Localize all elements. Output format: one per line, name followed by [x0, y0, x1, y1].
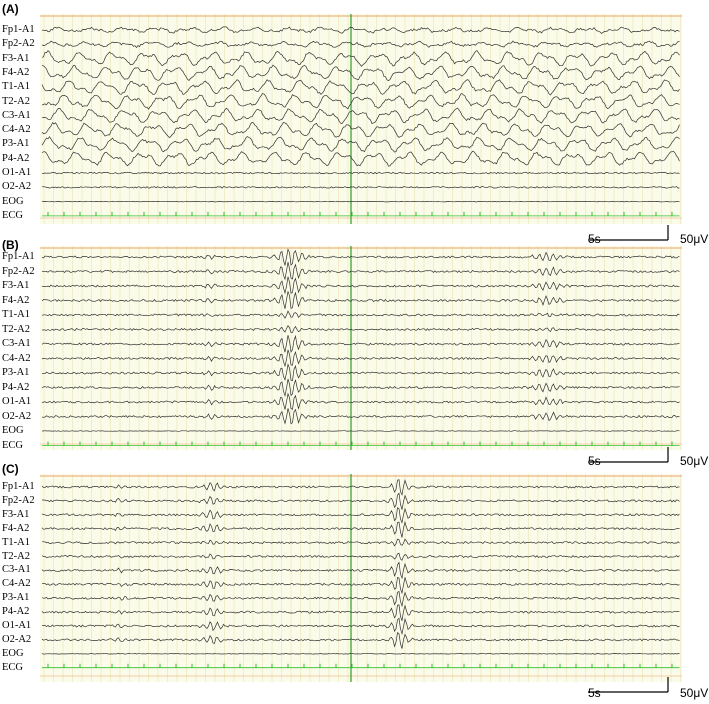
eeg-panel-c: (C) Fp1-A1 Fp2-A2 F3-A1 F4-A2 T1-A1 T2-A2 C3-A… — [0, 462, 709, 704]
channel-label: O2-A2 — [2, 181, 32, 193]
channel-label: C4-A2 — [2, 352, 31, 364]
scale-time-label: 5s — [588, 686, 601, 700]
channel-label: C3-A1 — [2, 564, 31, 576]
channel-label: O2-A2 — [2, 633, 32, 645]
channel-label: EOG — [2, 425, 24, 436]
channel-label: T1-A1 — [2, 81, 30, 93]
channel-label: ECG — [2, 439, 23, 451]
channel-label: F4-A2 — [2, 66, 30, 78]
channel-label: T2-A2 — [2, 95, 30, 107]
channel-label: P4-A2 — [2, 152, 30, 164]
channel-label: F4-A2 — [2, 294, 30, 306]
channel-label: ECG — [2, 661, 23, 673]
channel-label: T2-A2 — [2, 323, 30, 335]
channel-label: O1-A1 — [2, 620, 32, 631]
eeg-panel-b: (B) Fp1-A1 Fp2-A2 F3-A1 F4-A2 T1-A1 T2-A2 C3-A… — [0, 232, 709, 468]
scale-amplitude-label: 50μV — [680, 686, 709, 700]
eeg-traces-b — [40, 246, 682, 463]
channel-label: Fp2-A2 — [2, 38, 35, 50]
eeg-panel-a: (A) Fp1-A1 Fp2-A2 F3-A1 F4-A2 T1-A1 T2-A2 C3-A… — [0, 0, 709, 248]
channel-label: P3-A1 — [2, 138, 30, 150]
eeg-traces-a — [40, 14, 682, 241]
channel-label: O1-A1 — [2, 167, 32, 178]
channel-label: O1-A1 — [2, 396, 32, 407]
channel-label: C3-A1 — [2, 109, 31, 121]
channel-label: C3-A1 — [2, 338, 31, 349]
channel-label: T2-A2 — [2, 550, 30, 562]
channel-label: Fp1-A1 — [2, 24, 35, 35]
channel-label: O2-A2 — [2, 410, 32, 422]
channel-label: F3-A1 — [2, 280, 30, 291]
channel-label: F3-A1 — [2, 52, 30, 64]
channel-label: T1-A1 — [2, 536, 30, 548]
channel-label: Fp2-A2 — [2, 265, 35, 277]
channel-label: P4-A2 — [2, 606, 30, 618]
channel-label: P4-A2 — [2, 381, 30, 393]
channel-label: F4-A2 — [2, 522, 30, 534]
channel-label: ECG — [2, 209, 23, 221]
channel-label: C4-A2 — [2, 578, 31, 590]
eeg-traces-c — [40, 474, 682, 693]
channel-label: Fp1-A1 — [2, 481, 35, 492]
channel-label: EOG — [2, 195, 24, 207]
channel-label: P3-A1 — [2, 367, 30, 378]
channel-label: P3-A1 — [2, 592, 30, 604]
channel-label: F3-A1 — [2, 508, 30, 520]
channel-label: Fp2-A2 — [2, 494, 35, 506]
channel-label: C4-A2 — [2, 124, 31, 136]
channel-label: T1-A1 — [2, 309, 30, 320]
channel-label: EOG — [2, 647, 24, 659]
channel-label: Fp1-A1 — [2, 251, 35, 262]
